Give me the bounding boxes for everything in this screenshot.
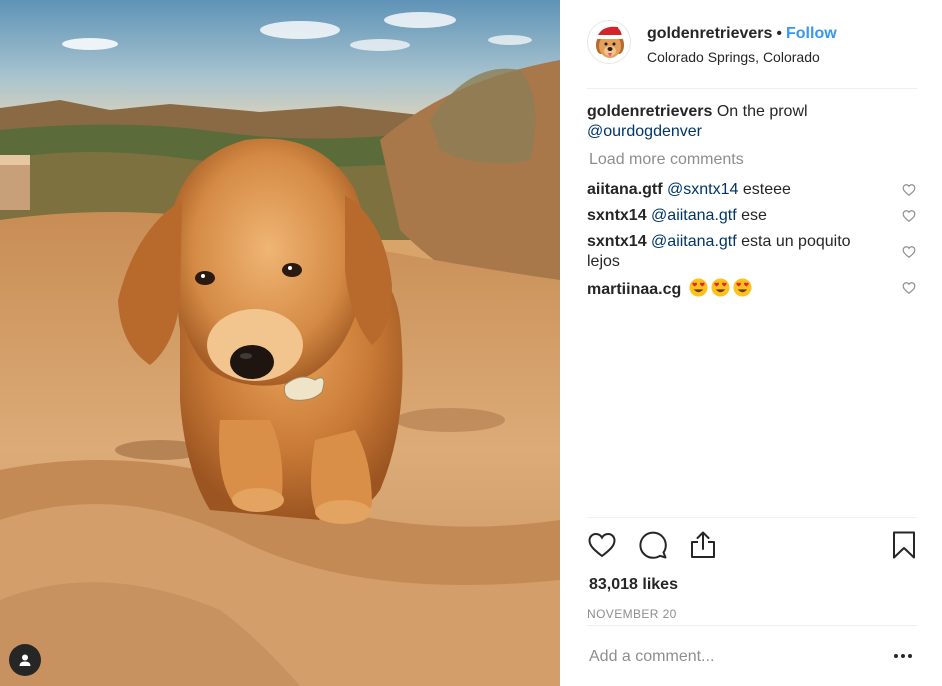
heart-eyes-emoji (733, 278, 752, 297)
comment-mention[interactable]: @aiitana.gtf (651, 233, 737, 250)
action-bar (587, 518, 917, 576)
comments-section: goldenretrievers On the prowl @ourdogden… (587, 102, 917, 300)
golden-retriever-puppy-image (0, 0, 560, 686)
comment-username[interactable]: sxntx14 (587, 207, 647, 224)
load-more-comments-button[interactable]: Load more comments (589, 151, 917, 169)
post-sidebar: goldenretrievers • Follow Colorado Springs… (560, 0, 942, 686)
comment-item: sxntx14 @aiitana.gtf ese (587, 206, 917, 226)
comment-item: martiinaa.cg (587, 278, 917, 300)
comment-input[interactable] (589, 648, 869, 666)
separator-dot: • (776, 25, 782, 42)
comment-like-heart-icon[interactable] (902, 245, 916, 259)
comment-like-heart-icon[interactable] (902, 183, 916, 197)
comment-mention[interactable]: @sxntx14 (667, 181, 738, 198)
follow-button[interactable]: Follow (786, 25, 837, 42)
avatar[interactable] (587, 20, 631, 64)
speech-bubble-icon[interactable] (638, 530, 668, 560)
comment-text: esteee (742, 181, 791, 198)
share-upload-icon[interactable] (688, 530, 718, 560)
add-comment-bar (587, 625, 917, 686)
dog-santa-hat-avatar-image (588, 21, 630, 63)
comment-username[interactable]: martiinaa.cg (587, 281, 681, 298)
location-link[interactable]: Colorado Springs, Colorado (647, 49, 837, 65)
likes-count[interactable]: 83,018 likes (589, 576, 917, 594)
post-header: goldenretrievers • Follow Colorado Springs… (587, 18, 917, 89)
caption-text: On the prowl (716, 103, 808, 120)
comment-like-heart-icon[interactable] (902, 209, 916, 223)
caption: goldenretrievers On the prowl @ourdogden… (587, 102, 917, 142)
bookmark-icon[interactable] (889, 530, 919, 560)
comment-item: aiitana.gtf @sxntx14 esteee (587, 180, 917, 200)
user-tag-icon (19, 654, 31, 666)
user-tags-button[interactable] (9, 644, 41, 676)
post-photo[interactable] (0, 0, 560, 686)
comment-text: ese (741, 207, 767, 224)
ellipsis-icon[interactable] (893, 652, 913, 660)
post-date: NOVEMBER 20 (587, 607, 677, 621)
comment-like-heart-icon[interactable] (902, 281, 916, 295)
post-username[interactable]: goldenretrievers (647, 25, 772, 42)
comment-mention[interactable]: @aiitana.gtf (651, 207, 737, 224)
caption-mention[interactable]: @ourdogdenver (587, 123, 702, 140)
comment-username[interactable]: sxntx14 (587, 233, 647, 250)
comment-username[interactable]: aiitana.gtf (587, 181, 663, 198)
heart-outline-icon[interactable] (587, 530, 617, 560)
comment-item: sxntx14 @aiitana.gtf esta un poquito lej… (587, 232, 917, 272)
header-text: goldenretrievers • Follow Colorado Springs… (647, 24, 837, 65)
username-row: goldenretrievers • Follow (647, 24, 837, 44)
heart-eyes-emoji (689, 278, 708, 297)
heart-eyes-emoji (711, 278, 730, 297)
post-actions-section: 83,018 likes NOVEMBER 20 (587, 517, 917, 621)
caption-username[interactable]: goldenretrievers (587, 103, 712, 120)
